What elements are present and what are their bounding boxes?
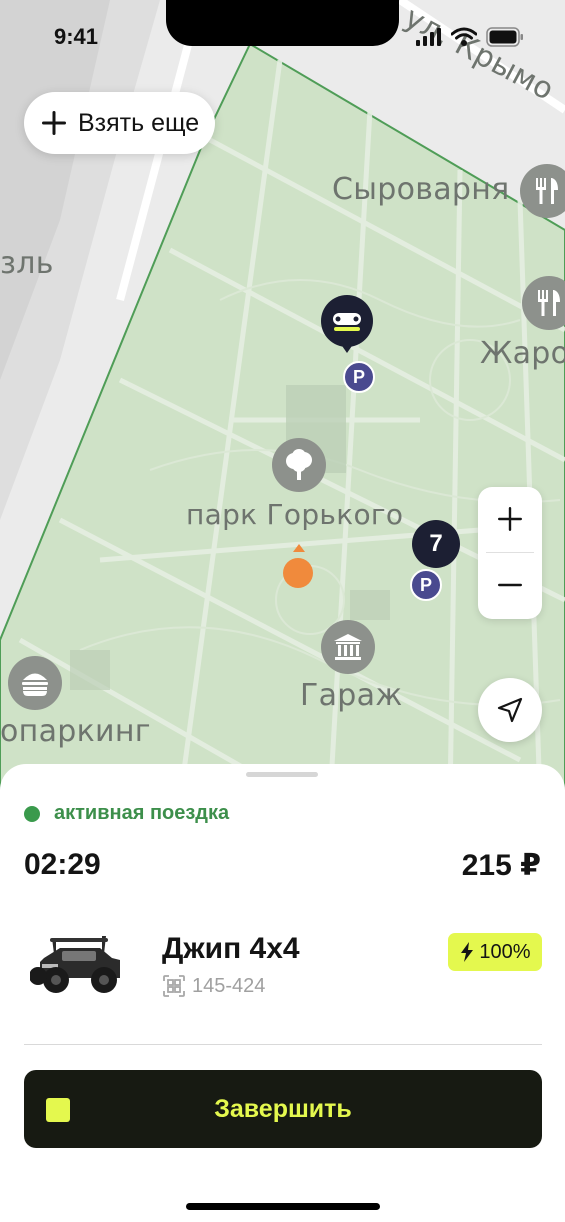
qr-code-icon bbox=[163, 975, 185, 997]
map-label-left: зль bbox=[0, 246, 54, 281]
vehicle-name: Джип 4х4 bbox=[162, 932, 300, 965]
battery-badge: 100% bbox=[448, 933, 542, 971]
map-label-cheese: Сыроварня bbox=[332, 172, 510, 207]
plus-icon bbox=[42, 111, 66, 135]
status-time: 9:41 bbox=[54, 24, 99, 49]
map-label-garage: Гараж bbox=[300, 678, 403, 713]
status-bar: 9:41 bbox=[0, 0, 565, 60]
battery-level: 100% bbox=[479, 940, 531, 963]
map-label-parking: опаркинг bbox=[0, 714, 151, 749]
toy-jeep-icon bbox=[30, 936, 120, 993]
take-more-button[interactable]: Взять еще bbox=[24, 92, 216, 154]
parking-marker[interactable]: P bbox=[410, 569, 442, 601]
ride-status: активная поездка bbox=[24, 802, 229, 825]
zoom-out-button[interactable] bbox=[478, 553, 542, 617]
cluster-marker[interactable]: 7 bbox=[412, 520, 460, 568]
zoom-controls bbox=[478, 487, 542, 619]
map-label-park: парк Горького bbox=[186, 498, 404, 531]
cellular-signal-icon bbox=[416, 28, 441, 46]
vehicle-code-text: 145-424 bbox=[192, 974, 266, 997]
divider bbox=[24, 1044, 542, 1045]
finish-ride-label: Завершить bbox=[214, 1094, 352, 1123]
lightning-icon bbox=[461, 942, 474, 962]
burger-icon[interactable] bbox=[8, 656, 62, 710]
wifi-icon bbox=[451, 27, 477, 46]
battery-status-icon bbox=[486, 27, 523, 47]
restaurant-icon[interactable] bbox=[520, 164, 565, 218]
zoom-in-button[interactable] bbox=[478, 487, 542, 551]
ride-price: 215 ₽ bbox=[461, 849, 541, 882]
sheet-handle[interactable] bbox=[246, 772, 318, 777]
ride-timer: 02:29 bbox=[24, 848, 101, 881]
vehicle-pin-icon[interactable] bbox=[320, 295, 376, 357]
minus-icon bbox=[498, 583, 522, 587]
park-tree-icon[interactable] bbox=[272, 438, 326, 492]
user-location-icon bbox=[283, 544, 313, 588]
locate-me-button[interactable] bbox=[478, 678, 542, 742]
map-label-zharo: Жаро bbox=[480, 336, 565, 371]
museum-icon[interactable] bbox=[321, 620, 375, 674]
notch bbox=[166, 0, 399, 46]
plus-icon bbox=[498, 507, 522, 531]
ride-status-text: активная поездка bbox=[54, 802, 230, 824]
parking-marker[interactable]: P bbox=[343, 361, 375, 393]
home-indicator[interactable] bbox=[186, 1203, 380, 1210]
navigation-arrow-icon bbox=[497, 697, 523, 723]
vehicle-code: 145-424 bbox=[162, 974, 265, 998]
active-status-dot bbox=[24, 805, 40, 822]
ride-bottom-sheet: активная поездка 02:29 215 ₽ Джип 4х4 14… bbox=[0, 764, 565, 1222]
finish-ride-button[interactable]: Завершить bbox=[24, 1070, 542, 1148]
take-more-label: Взять еще bbox=[78, 108, 200, 137]
stop-icon bbox=[46, 1098, 70, 1122]
